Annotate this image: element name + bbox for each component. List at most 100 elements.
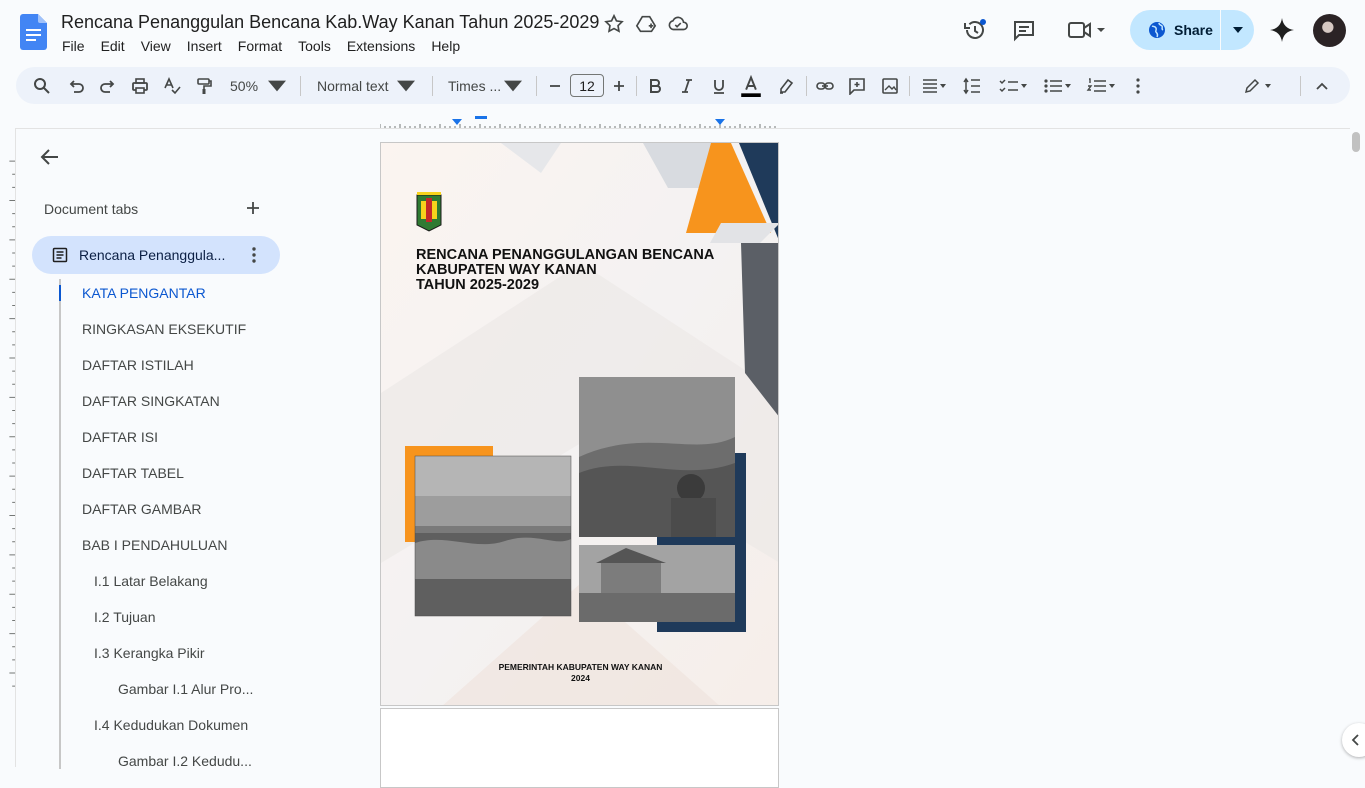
tab-active[interactable]: Rencana Penanggula... (32, 236, 280, 274)
font-family-select[interactable]: Times ... (440, 67, 530, 104)
menu-tools[interactable]: Tools (298, 38, 331, 54)
divider (636, 76, 637, 96)
globe-icon (1149, 22, 1165, 38)
outline-item[interactable]: BAB I PENDAHULUAN (82, 537, 227, 553)
avatar[interactable] (1313, 14, 1346, 47)
cover-title-line-2: KABUPATEN WAY KANAN (416, 262, 597, 278)
numbered-list-select[interactable] (1082, 67, 1120, 104)
back-arrow-icon[interactable] (38, 145, 62, 169)
edit-pencil-icon (1244, 78, 1271, 93)
numbered-list-icon (1086, 77, 1115, 92)
search-icon (34, 77, 50, 94)
move-to-drive-icon[interactable] (635, 13, 657, 35)
menu-insert[interactable]: Insert (187, 38, 222, 54)
insert-link-button[interactable] (813, 67, 837, 104)
insert-image-button[interactable] (878, 67, 902, 104)
image-icon (882, 77, 898, 94)
chevron-up-icon (1316, 82, 1328, 90)
cover-footer-year: 2024 (571, 673, 590, 683)
redo-button[interactable] (96, 67, 120, 104)
gemini-icon[interactable] (1268, 16, 1296, 44)
outline-item[interactable]: I.3 Kerangka Pikir (94, 645, 205, 661)
decrease-font-size-button[interactable] (544, 67, 566, 104)
more-options-button[interactable] (1128, 67, 1148, 104)
menu-help[interactable]: Help (431, 38, 460, 54)
chevron-left-icon (1351, 734, 1359, 746)
search-menus-button[interactable] (30, 67, 54, 104)
outline-item[interactable]: DAFTAR ISTILAH (82, 357, 194, 373)
text-color-button[interactable] (738, 67, 764, 104)
outline-item[interactable]: DAFTAR GAMBAR (82, 501, 202, 517)
outline-item[interactable]: I.4 Kedudukan Dokumen (94, 717, 248, 733)
side-panel-toggle-button[interactable] (1342, 723, 1365, 757)
menu-view[interactable]: View (141, 38, 171, 54)
share-options-button[interactable] (1221, 27, 1254, 33)
cloud-status-icon[interactable] (667, 13, 689, 35)
comments-icon[interactable] (1010, 16, 1038, 44)
line-spacing-icon (963, 77, 980, 94)
cover-title-line-1: RENCANA PENANGGULANGAN BENCANA (416, 247, 715, 263)
align-select[interactable] (916, 67, 952, 104)
zoom-select[interactable]: 50% (222, 67, 294, 104)
highlight-color-button[interactable] (774, 67, 798, 104)
way-kanan-emblem (416, 192, 442, 232)
bulleted-list-select[interactable] (1038, 67, 1076, 104)
outline-item[interactable]: RINGKASAN EKSEKUTIF (82, 321, 246, 337)
font-size-input[interactable]: 12 (570, 74, 604, 97)
underline-icon (714, 79, 724, 94)
document-title[interactable]: Rencana Penanggulan Bencana Kab.Way Kana… (61, 12, 599, 33)
editing-mode-select[interactable] (1238, 67, 1278, 104)
paint-format-button[interactable] (192, 67, 216, 104)
paint-format-icon (197, 77, 212, 94)
cover-footer: PEMERINTAH KABUPATEN WAY KANAN 2024 (381, 662, 778, 684)
spellcheck-button[interactable] (160, 67, 184, 104)
paragraph-style-select[interactable]: Normal text (309, 67, 423, 104)
more-vertical-icon (1136, 77, 1140, 94)
italic-button[interactable] (675, 67, 699, 104)
share-label: Share (1174, 22, 1213, 38)
outline-item[interactable]: KATA PENGANTAR (82, 285, 206, 301)
document-page-2[interactable] (380, 708, 779, 788)
share-button[interactable]: Share (1130, 10, 1221, 50)
menu-file[interactable]: File (62, 38, 85, 54)
outline-item[interactable]: I.2 Tujuan (94, 609, 156, 625)
outline-item[interactable]: DAFTAR ISI (82, 429, 158, 445)
document-outline-panel: Document tabs Rencana Penanggula... KATA… (16, 129, 316, 769)
menu-extensions[interactable]: Extensions (347, 38, 415, 54)
highlighter-icon (780, 78, 794, 94)
divider (909, 76, 910, 96)
bold-button[interactable] (643, 67, 667, 104)
vertical-scrollbar-thumb[interactable] (1352, 132, 1360, 152)
bulleted-list-icon (1044, 78, 1071, 93)
checklist-select[interactable] (994, 67, 1032, 104)
cover-artwork (381, 143, 778, 705)
outline-item[interactable]: DAFTAR SINGKATAN (82, 393, 220, 409)
hide-menus-button[interactable] (1310, 67, 1334, 104)
add-tab-icon[interactable] (242, 197, 264, 219)
underline-button[interactable] (707, 67, 731, 104)
outline-item[interactable]: Gambar I.1 Alur Pro... (118, 681, 253, 697)
add-comment-icon (849, 77, 865, 95)
increase-font-size-button[interactable] (608, 67, 630, 104)
toolbar: 50% Normal text Times ... 12 (16, 67, 1350, 104)
outline-item[interactable]: I.1 Latar Belakang (94, 573, 208, 589)
divider (1300, 76, 1301, 96)
menu-format[interactable]: Format (238, 38, 282, 54)
outline-item[interactable]: DAFTAR TABEL (82, 465, 184, 481)
horizontal-ruler[interactable] (380, 116, 779, 128)
more-vertical-icon[interactable] (244, 245, 264, 265)
divider (432, 76, 433, 96)
vertical-ruler[interactable] (0, 128, 16, 767)
meet-icon[interactable] (1066, 16, 1110, 44)
line-spacing-button[interactable] (960, 67, 984, 104)
star-icon[interactable] (603, 13, 625, 35)
plus-icon (614, 80, 624, 91)
add-comment-button[interactable] (845, 67, 869, 104)
text-color-icon (741, 74, 761, 97)
menu-edit[interactable]: Edit (101, 38, 125, 54)
undo-button[interactable] (64, 67, 88, 104)
docs-logo-icon[interactable] (20, 14, 47, 50)
version-history-icon[interactable] (961, 16, 989, 44)
print-button[interactable] (128, 67, 152, 104)
document-page[interactable]: RENCANA PENANGGULANGAN BENCANA KABUPATEN… (380, 142, 779, 706)
